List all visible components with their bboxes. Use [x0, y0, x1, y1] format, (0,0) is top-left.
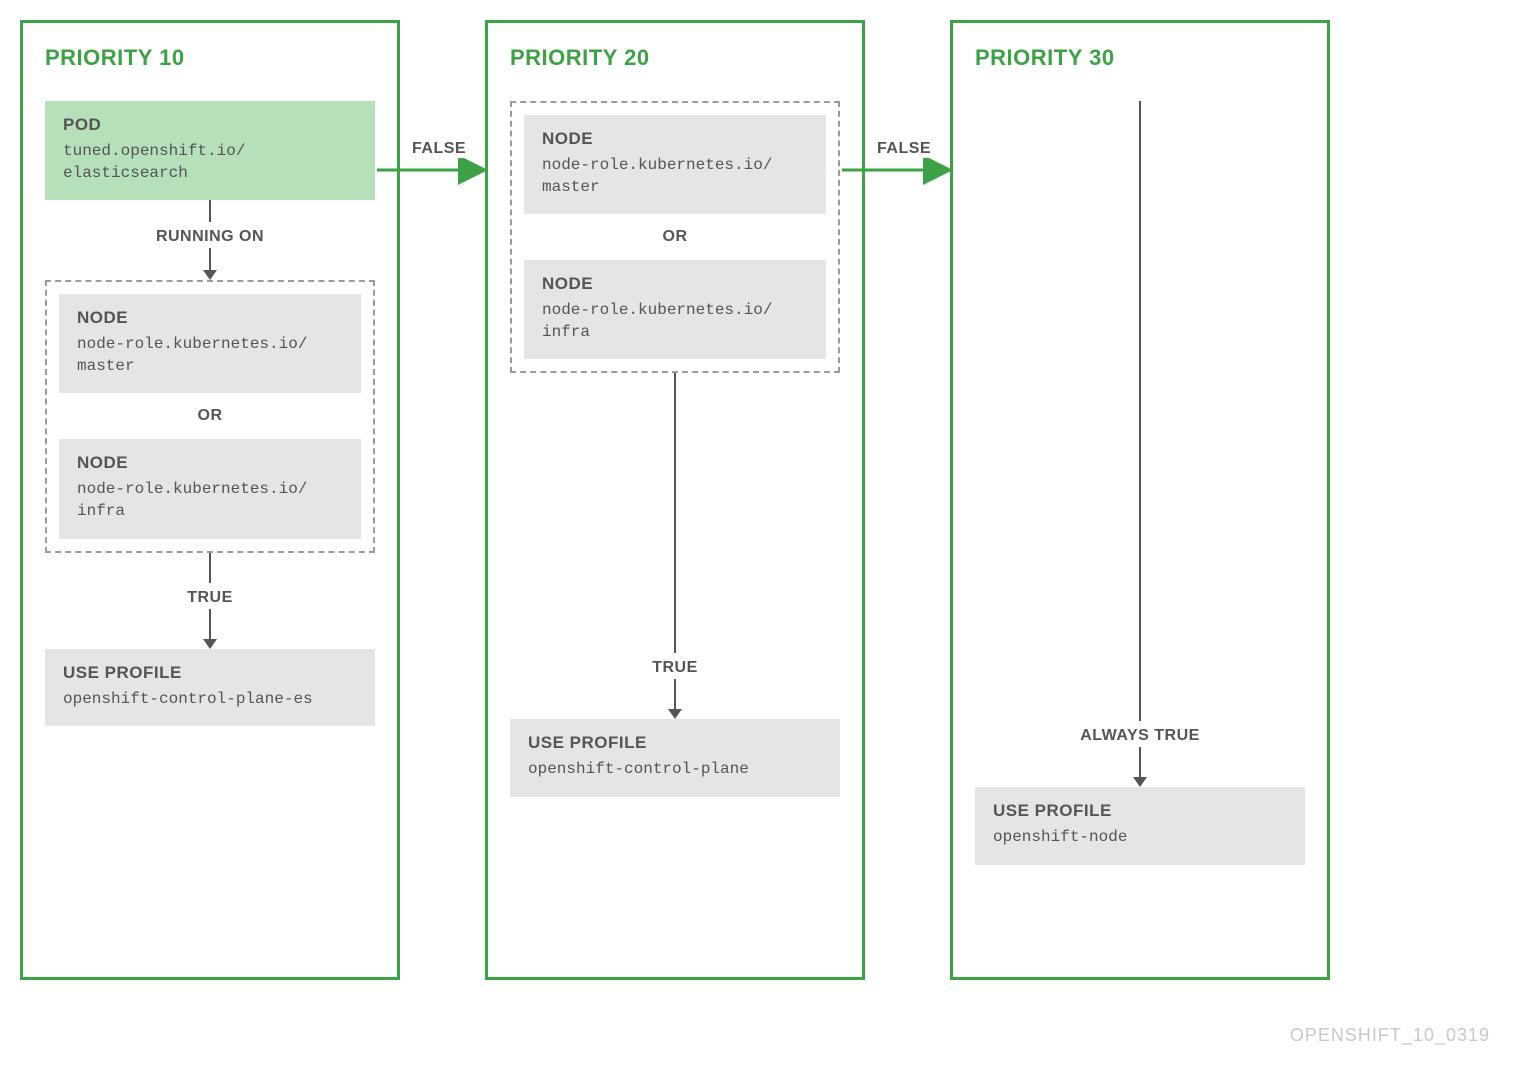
node-heading: NODE [542, 129, 808, 149]
column-title: PRIORITY 30 [975, 45, 1305, 71]
profile-box: USE PROFILE openshift-control-plane-es [45, 649, 375, 727]
true-label: TRUE [652, 659, 698, 677]
pod-value: tuned.openshift.io/ elasticsearch [63, 141, 357, 184]
node-heading: NODE [77, 453, 343, 473]
node-heading: NODE [542, 274, 808, 294]
or-label: OR [59, 393, 361, 439]
profile-heading: USE PROFILE [528, 733, 822, 753]
node-value: node-role.kubernetes.io/ infra [542, 300, 808, 343]
node-box-infra: NODE node-role.kubernetes.io/ infra [524, 260, 826, 359]
arrow-down-icon [665, 679, 685, 719]
arrow-down-icon [200, 609, 220, 649]
running-on-connector: RUNNING ON [45, 200, 375, 280]
node-value: node-role.kubernetes.io/ infra [77, 479, 343, 522]
false-label-2: FALSE [873, 140, 935, 158]
diagram-id: OPENSHIFT_10_0319 [1290, 1025, 1490, 1046]
true-connector: TRUE [510, 373, 840, 719]
node-heading: NODE [77, 308, 343, 328]
profile-heading: USE PROFILE [63, 663, 357, 683]
arrow-down-icon [1130, 747, 1150, 787]
true-label: TRUE [187, 589, 233, 607]
true-connector: TRUE [45, 553, 375, 649]
node-box-master: NODE node-role.kubernetes.io/ master [59, 294, 361, 393]
always-true-connector: ALWAYS TRUE [975, 101, 1305, 787]
column-title: PRIORITY 20 [510, 45, 840, 71]
priority-30-column: PRIORITY 30 ALWAYS TRUE USE PROFILE open… [950, 20, 1330, 980]
arrow-down-icon [200, 248, 220, 280]
node-box-infra: NODE node-role.kubernetes.io/ infra [59, 439, 361, 538]
always-true-label: ALWAYS TRUE [1080, 727, 1200, 745]
or-label: OR [524, 214, 826, 260]
profile-box: USE PROFILE openshift-control-plane [510, 719, 840, 797]
node-value: node-role.kubernetes.io/ master [542, 155, 808, 198]
pod-box: POD tuned.openshift.io/ elasticsearch [45, 101, 375, 200]
node-value: node-role.kubernetes.io/ master [77, 334, 343, 377]
profile-value: openshift-node [993, 827, 1287, 849]
node-group: NODE node-role.kubernetes.io/ master OR … [45, 280, 375, 552]
pod-heading: POD [63, 115, 357, 135]
profile-value: openshift-control-plane-es [63, 689, 357, 711]
priority-flow-diagram: PRIORITY 10 POD tuned.openshift.io/ elas… [20, 20, 1500, 1040]
profile-box: USE PROFILE openshift-node [975, 787, 1305, 865]
profile-value: openshift-control-plane [528, 759, 822, 781]
node-box-master: NODE node-role.kubernetes.io/ master [524, 115, 826, 214]
profile-heading: USE PROFILE [993, 801, 1287, 821]
node-group: NODE node-role.kubernetes.io/ master OR … [510, 101, 840, 373]
column-title: PRIORITY 10 [45, 45, 375, 71]
false-label-1: FALSE [408, 140, 470, 158]
priority-10-column: PRIORITY 10 POD tuned.openshift.io/ elas… [20, 20, 400, 980]
running-on-label: RUNNING ON [156, 228, 264, 246]
priority-20-column: PRIORITY 20 NODE node-role.kubernetes.io… [485, 20, 865, 980]
